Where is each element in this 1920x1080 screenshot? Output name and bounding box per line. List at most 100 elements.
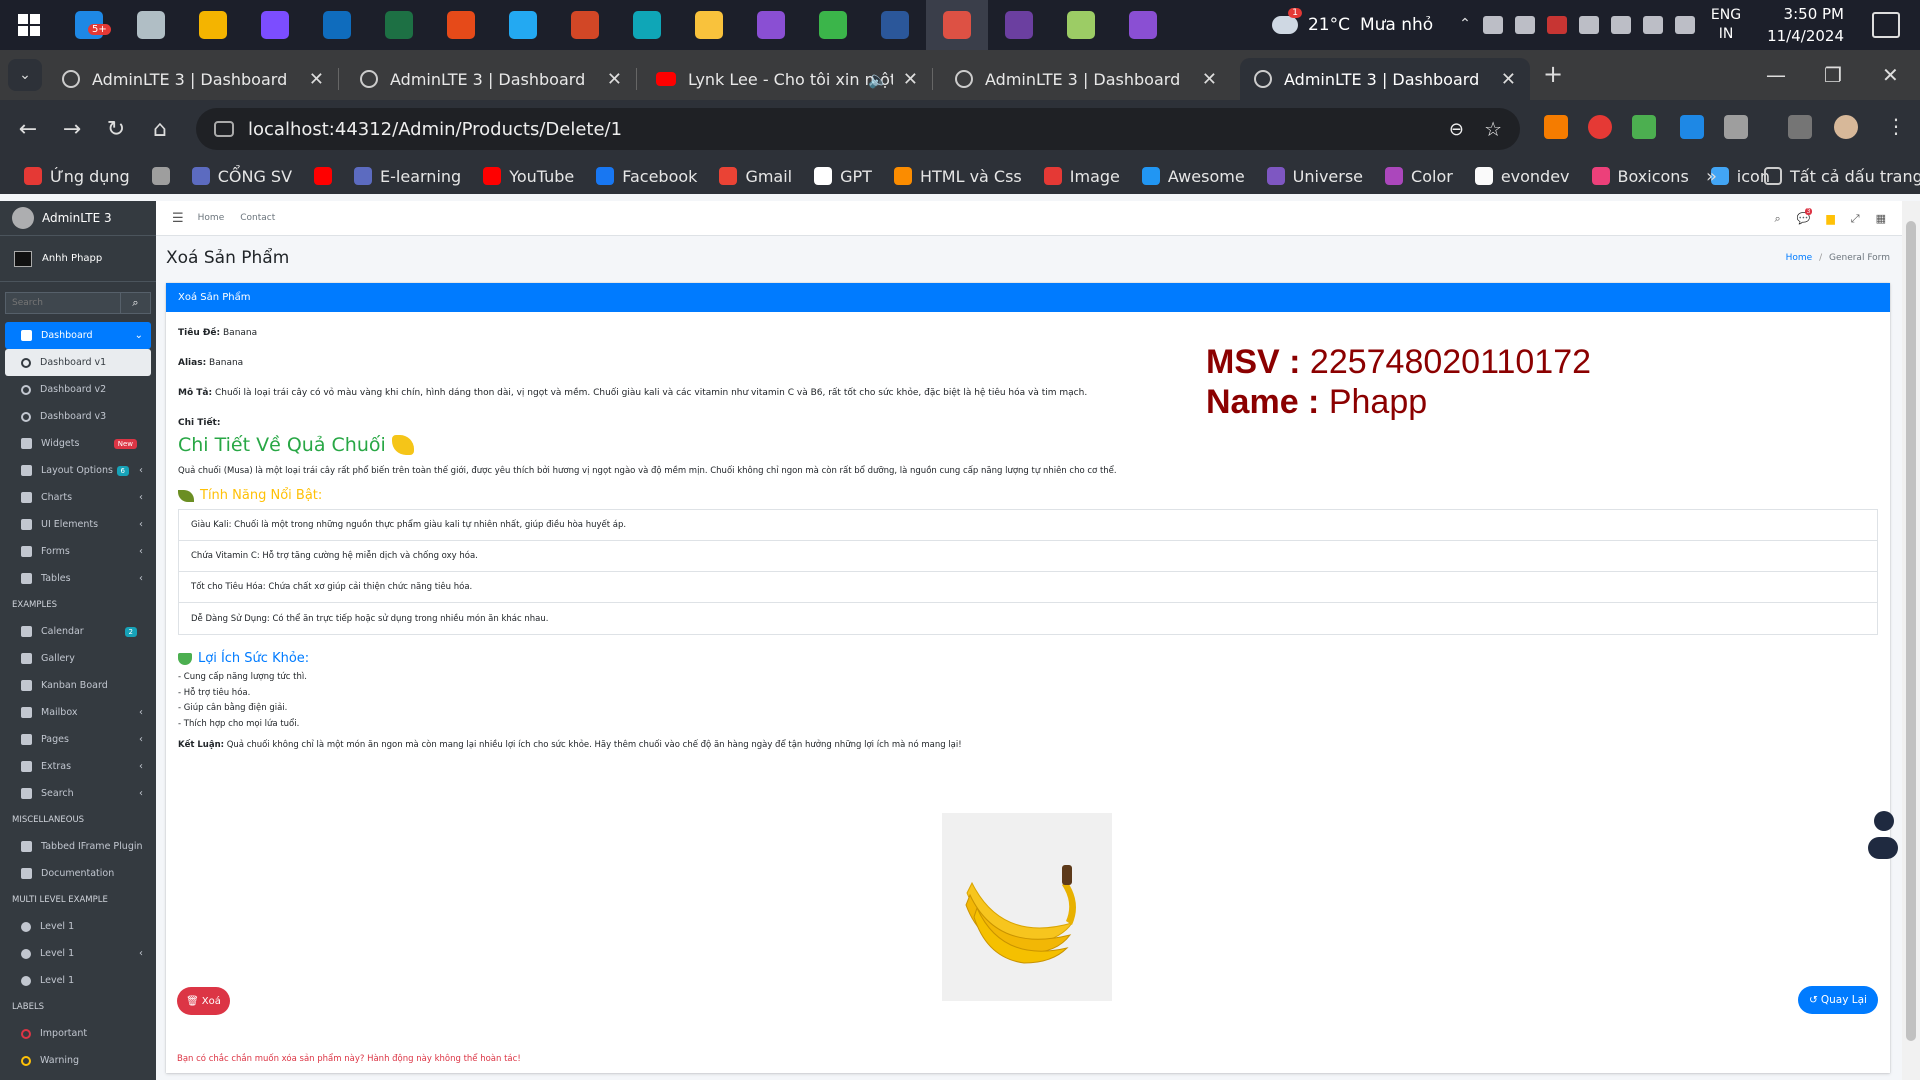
browser-tab[interactable]: AdminLTE 3 | Dashboard ✕ xyxy=(48,58,339,100)
close-icon[interactable]: ✕ xyxy=(309,69,324,90)
sidebar-item[interactable]: Warning xyxy=(5,1047,151,1074)
extension-adblock-icon[interactable] xyxy=(1588,115,1612,139)
sidebar-item[interactable]: Charts ‹ xyxy=(5,484,151,511)
vpn-icon[interactable] xyxy=(1514,16,1535,34)
brand-link[interactable]: AdminLTE 3 xyxy=(0,201,156,236)
app-v-icon[interactable] xyxy=(1546,16,1567,34)
sidebar-item[interactable]: Tabbed IFrame Plugin xyxy=(5,833,151,860)
close-icon[interactable]: ✕ xyxy=(607,69,622,90)
more-bookmarks-icon[interactable]: » xyxy=(1706,166,1717,187)
taskbar-app[interactable] xyxy=(926,0,988,50)
taskbar-app[interactable] xyxy=(740,0,802,50)
taskbar-app[interactable] xyxy=(1112,0,1174,50)
language-indicator[interactable]: ENG IN xyxy=(1711,6,1741,44)
extension-pen-icon[interactable] xyxy=(1544,115,1568,139)
volume-icon[interactable] xyxy=(1674,16,1695,34)
sidebar-item[interactable]: Documentation xyxy=(5,860,151,887)
sidebar-item[interactable]: Level 1 xyxy=(5,913,151,940)
sidebar-item[interactable]: Kanban Board xyxy=(5,672,151,699)
sidebar-item[interactable]: Dashboard v1 xyxy=(5,349,151,376)
phone-icon[interactable] xyxy=(1578,16,1599,34)
control-sidebar-icon[interactable]: ▦ xyxy=(1876,212,1886,225)
delete-button[interactable]: 🗑 Xoá xyxy=(177,987,230,1015)
browser-tab-youtube[interactable]: Lynk Lee - Cho tôi xin một v 🔈 ✕ xyxy=(642,58,933,100)
taskbar-app[interactable]: 5+ xyxy=(58,0,120,50)
back-button[interactable]: ↺ Quay Lại xyxy=(1798,986,1878,1014)
sidebar-item[interactable]: Widgets New xyxy=(5,430,151,457)
profile-avatar[interactable] xyxy=(1834,115,1858,139)
bookmark-item[interactable]: GPT xyxy=(814,167,872,186)
bookmark-item[interactable]: CỔNG SV xyxy=(191,167,292,186)
wifi-icon[interactable] xyxy=(1482,16,1503,34)
taskbar-app[interactable] xyxy=(430,0,492,50)
sidebar-item[interactable]: Search ‹ xyxy=(5,780,151,807)
bookmark-item[interactable]: E-learning xyxy=(354,167,461,186)
sidebar-item[interactable]: Forms ‹ xyxy=(5,538,151,565)
bookmark-item[interactable]: evondev xyxy=(1474,167,1570,186)
sidebar-item[interactable]: Level 1 ‹ xyxy=(5,940,151,967)
onedrive-icon[interactable] xyxy=(1610,16,1631,34)
taskbar-app[interactable] xyxy=(492,0,554,50)
forward-arrow-icon[interactable]: → xyxy=(50,107,94,151)
windows-start-button[interactable] xyxy=(0,0,58,50)
close-icon[interactable]: ✕ xyxy=(1202,69,1217,90)
taskbar-app[interactable] xyxy=(182,0,244,50)
bookmark-star-icon[interactable]: ☆ xyxy=(1484,117,1502,141)
sidebar-search-input[interactable] xyxy=(5,292,121,314)
sidebar-item[interactable]: Dashboard ⌄ xyxy=(5,322,151,349)
sidebar-item[interactable]: Tables ‹ xyxy=(5,565,151,592)
taskbar-app[interactable] xyxy=(120,0,182,50)
search-icon[interactable]: ⌕ xyxy=(121,292,151,314)
sidebar-item[interactable]: Gallery xyxy=(5,645,151,672)
sidebar-item[interactable]: Level 1 xyxy=(5,967,151,994)
page-scrollbar[interactable] xyxy=(1902,201,1920,1080)
taskbar-app[interactable] xyxy=(306,0,368,50)
breadcrumb-home[interactable]: Home xyxy=(1786,253,1813,263)
floating-widget-icon[interactable] xyxy=(1874,811,1894,831)
bookmark-item[interactable]: Awesome xyxy=(1141,167,1245,186)
bookmark-item[interactable]: Gmail xyxy=(719,167,792,186)
sidebar-item[interactable]: Calendar 2 xyxy=(5,618,151,645)
bookmark-item[interactable]: icon xyxy=(1710,167,1770,186)
search-icon[interactable]: ⌕ xyxy=(1774,212,1780,226)
bookmark-item[interactable]: HTML và Css xyxy=(893,167,1022,186)
bookmark-item[interactable]: Universe xyxy=(1266,167,1363,186)
all-bookmarks-folder[interactable]: Tất cả dấu trang xyxy=(1764,167,1920,186)
sidebar-item[interactable]: Dashboard v3 xyxy=(5,403,151,430)
sidebar-item[interactable]: Pages ‹ xyxy=(5,726,151,753)
weather-widget[interactable]: 1 21°C Mưa nhỏ xyxy=(1271,8,1433,35)
maximize-button[interactable]: ❐ xyxy=(1824,50,1842,100)
browser-tab[interactable]: AdminLTE 3 | Dashboard ✕ xyxy=(941,58,1231,100)
reload-icon[interactable]: ↻ xyxy=(94,107,138,151)
bookmark-item[interactable]: Color xyxy=(1385,167,1453,186)
media-control-icon[interactable] xyxy=(1788,115,1812,139)
bookmark-item[interactable]: Boxicons xyxy=(1591,167,1689,186)
browser-tab-active[interactable]: AdminLTE 3 | Dashboard ✕ xyxy=(1240,58,1530,100)
bookmark-item[interactable]: Ứng dụng xyxy=(24,167,130,186)
taskbar-app[interactable] xyxy=(616,0,678,50)
nav-contact-link[interactable]: Contact xyxy=(240,213,275,223)
taskbar-app[interactable] xyxy=(244,0,306,50)
speaker-icon[interactable]: 🔈 xyxy=(868,70,888,89)
bookmark-item[interactable]: Image xyxy=(1043,167,1120,186)
fullscreen-icon[interactable]: ⤢ xyxy=(1851,212,1860,226)
taskbar-app[interactable] xyxy=(864,0,926,50)
back-arrow-icon[interactable]: ← xyxy=(6,107,50,151)
bookmark-item[interactable] xyxy=(314,167,333,185)
close-icon[interactable]: ✕ xyxy=(1501,69,1516,90)
chevron-up-icon[interactable]: ⌃ xyxy=(1459,16,1471,34)
taskbar-app[interactable] xyxy=(1050,0,1112,50)
extension-translate-icon[interactable] xyxy=(1680,115,1704,139)
sidebar-item[interactable]: Mailbox ‹ xyxy=(5,699,151,726)
nav-home-link[interactable]: Home xyxy=(198,213,225,223)
notification-center-icon[interactable] xyxy=(1872,12,1900,38)
hamburger-menu-icon[interactable]: ☰ xyxy=(172,211,184,226)
extension-sheets-icon[interactable] xyxy=(1632,115,1656,139)
new-tab-button[interactable]: + xyxy=(1543,60,1563,88)
battery-icon[interactable] xyxy=(1642,16,1663,34)
bookmark-item[interactable]: Facebook xyxy=(596,167,697,186)
taskbar-app[interactable] xyxy=(678,0,740,50)
tab-search-button[interactable]: ⌄ xyxy=(8,59,42,91)
user-panel[interactable]: Anhh Phapp xyxy=(0,236,156,282)
sidebar-item[interactable]: Informational xyxy=(5,1074,151,1080)
